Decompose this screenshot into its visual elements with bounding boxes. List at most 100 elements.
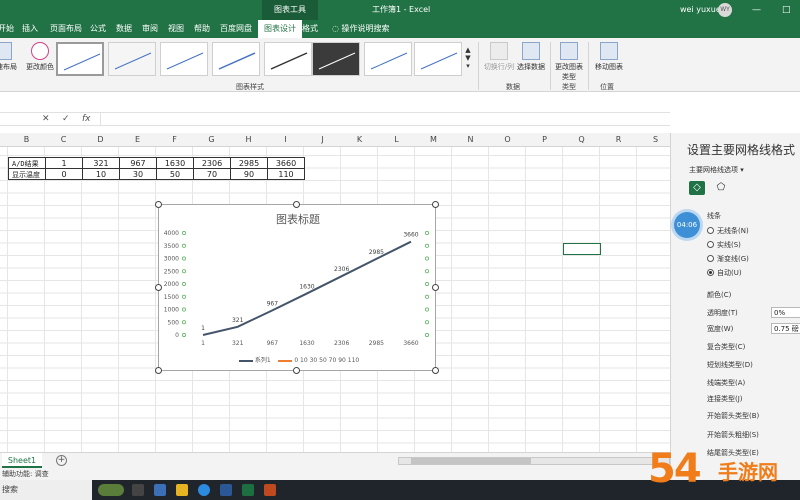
gridline-handle-left xyxy=(182,282,186,286)
transparency-input[interactable]: 0% xyxy=(771,307,800,318)
change-colors-button[interactable]: 更改颜色 xyxy=(26,42,54,72)
column-header[interactable]: J xyxy=(304,133,341,147)
minimize-button[interactable]: — xyxy=(752,0,761,20)
folder-icon[interactable] xyxy=(176,484,188,496)
resize-handle[interactable] xyxy=(155,201,162,208)
table-cell[interactable]: 90 xyxy=(230,168,268,180)
chart-style-1[interactable] xyxy=(56,42,104,76)
word-icon[interactable] xyxy=(220,484,232,496)
column-header[interactable]: R xyxy=(600,133,637,147)
resize-handle[interactable] xyxy=(155,284,162,291)
chart-plot[interactable]: 4000 3500 3000 2500 2000 1500 1000 500 0 1 321 967 1… xyxy=(159,205,437,372)
column-header[interactable]: S xyxy=(637,133,674,147)
column-header[interactable]: D xyxy=(82,133,119,147)
column-header[interactable]: P xyxy=(526,133,563,147)
table-cell[interactable]: 70 xyxy=(193,168,231,180)
tab-formulas[interactable]: 公式 xyxy=(90,20,106,38)
column-header[interactable]: L xyxy=(378,133,415,147)
excel-icon[interactable] xyxy=(242,484,254,496)
watermark-text: 手游网 xyxy=(718,460,778,484)
resize-handle[interactable] xyxy=(432,201,439,208)
tab-review[interactable]: 审阅 xyxy=(142,20,158,38)
width-input[interactable]: 0.75 磅 xyxy=(771,323,800,334)
task-view-icon[interactable] xyxy=(132,484,144,496)
column-header[interactable]: N xyxy=(452,133,489,147)
table-cell[interactable]: 50 xyxy=(156,168,194,180)
gridline-options-dropdown[interactable]: 主要网格线选项 ▾ xyxy=(689,165,744,175)
tab-help[interactable]: 帮助 xyxy=(194,20,210,38)
table-cell[interactable]: 0 xyxy=(45,168,83,180)
chart-style-2[interactable] xyxy=(108,42,156,76)
styles-scroll-arrows[interactable]: ▲ ▼ ▾ xyxy=(464,46,472,70)
move-chart-button[interactable]: 移动图表 xyxy=(592,42,626,72)
select-data-button[interactable]: 选择数据 xyxy=(516,42,546,72)
formula-input[interactable] xyxy=(100,113,670,126)
chart-style-8[interactable] xyxy=(414,42,462,76)
enter-icon[interactable]: ✓ xyxy=(62,113,70,126)
column-header[interactable]: C xyxy=(45,133,82,147)
legend-swatch-series1 xyxy=(239,359,253,362)
switch-row-column-button[interactable]: 切换行/列 xyxy=(482,42,516,72)
option-no-line[interactable]: 无线条(N) xyxy=(707,226,749,236)
effects-icon[interactable]: ⬠ xyxy=(713,181,729,195)
scroll-thumb[interactable] xyxy=(411,458,531,464)
resize-handle[interactable] xyxy=(293,367,300,374)
restore-button[interactable]: □ xyxy=(782,0,791,20)
tab-view[interactable]: 视图 xyxy=(168,20,184,38)
browser-icon[interactable] xyxy=(198,484,210,496)
tab-chart-design[interactable]: 图表设计 xyxy=(258,20,302,38)
resize-handle[interactable] xyxy=(155,367,162,374)
chart-object[interactable]: 图表标题 4000 3500 3000 2500 2000 1500 1000 500 0 1 32… xyxy=(158,204,436,371)
table-cell[interactable]: 110 xyxy=(267,168,305,180)
app-icon[interactable] xyxy=(154,484,166,496)
section-line[interactable]: 线条 xyxy=(707,211,721,221)
column-header[interactable]: I xyxy=(267,133,304,147)
chart-style-5[interactable] xyxy=(264,42,312,76)
taskbar-search[interactable]: 搜索 xyxy=(0,480,92,500)
resize-handle[interactable] xyxy=(432,367,439,374)
function-icon[interactable]: fx xyxy=(82,113,91,126)
chart-style-6[interactable] xyxy=(312,42,360,76)
column-header[interactable]: M xyxy=(415,133,452,147)
column-header[interactable]: E xyxy=(119,133,156,147)
sheet-tab[interactable]: Sheet1 xyxy=(2,453,42,468)
tab-data[interactable]: 数据 xyxy=(116,20,132,38)
tab-page-layout[interactable]: 页面布局 xyxy=(50,20,82,38)
chart-style-4[interactable] xyxy=(212,42,260,76)
column-header[interactable]: F xyxy=(156,133,193,147)
user-name[interactable]: wei yuxue xyxy=(680,0,721,20)
column-header[interactable]: O xyxy=(489,133,526,147)
cancel-icon[interactable]: ✕ xyxy=(42,113,50,126)
change-chart-type-button[interactable]: 更改图表类型 xyxy=(554,42,584,82)
column-header[interactable]: Q xyxy=(563,133,600,147)
option-gradient-line[interactable]: 渐变线(G) xyxy=(707,254,749,264)
tab-home[interactable]: 开始 xyxy=(0,20,14,38)
column-header[interactable]: K xyxy=(341,133,378,147)
tab-insert[interactable]: 插入 xyxy=(22,20,38,38)
chart-style-3[interactable] xyxy=(160,42,208,76)
resize-handle[interactable] xyxy=(432,284,439,291)
table-cell[interactable]: 显示温度 xyxy=(8,168,46,180)
quick-layout-button[interactable]: 快速布局 xyxy=(0,42,20,72)
tab-baidu-netdisk[interactable]: 百度网盘 xyxy=(220,20,252,38)
horizontal-scrollbar[interactable] xyxy=(398,457,670,465)
widget-icon[interactable] xyxy=(98,484,124,496)
option-solid-line[interactable]: 实线(S) xyxy=(707,240,741,250)
active-cell[interactable] xyxy=(563,243,601,255)
tab-format[interactable]: 格式 xyxy=(302,20,318,38)
column-header[interactable]: H xyxy=(230,133,267,147)
fill-line-icon[interactable]: ◇ xyxy=(689,181,705,195)
column-header[interactable]: B xyxy=(8,133,45,147)
add-sheet-button[interactable]: + xyxy=(56,455,67,466)
avatar[interactable]: WY xyxy=(718,3,732,17)
table-cell[interactable]: 30 xyxy=(119,168,157,180)
resize-handle[interactable] xyxy=(293,201,300,208)
option-automatic[interactable]: 自动(U) xyxy=(707,268,742,278)
table-cell[interactable]: 10 xyxy=(82,168,120,180)
tell-me-search[interactable]: ◌ 操作说明搜索 xyxy=(332,20,390,38)
chart-legend[interactable]: 系列1 0 10 30 50 70 90 110 xyxy=(239,355,359,364)
column-header[interactable]: G xyxy=(193,133,230,147)
chart-style-7[interactable] xyxy=(364,42,412,76)
app-icon[interactable] xyxy=(264,484,276,496)
gridline-handle-right xyxy=(425,333,429,337)
